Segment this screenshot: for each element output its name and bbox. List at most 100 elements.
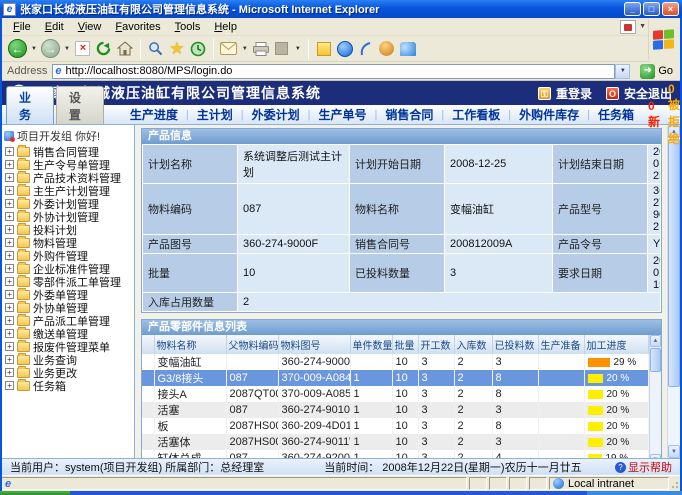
product-info-row: 入库占用数量2 (143, 293, 661, 312)
expand-icon[interactable]: + (5, 173, 14, 182)
menu-item-file[interactable]: File (6, 19, 38, 35)
expand-icon[interactable]: + (5, 342, 14, 351)
tab-settings[interactable]: 设置 (56, 86, 104, 124)
tab-business[interactable]: 业务 (6, 86, 54, 124)
nav-item[interactable]: 销售合同 (377, 106, 441, 123)
expand-icon[interactable]: + (5, 251, 14, 260)
nav-item[interactable]: 工作看板 (444, 106, 508, 123)
nav-item[interactable]: 任务箱 (590, 106, 642, 123)
msn-icon[interactable] (379, 41, 394, 56)
mail-icon[interactable] (220, 40, 238, 58)
home-icon[interactable] (116, 40, 134, 58)
table-row[interactable]: 接头A2087QT002370-009-A085011032820 % (142, 386, 649, 402)
parts-vertical-scrollbar[interactable]: ▲ ▼ (649, 335, 661, 458)
start-button-sliver[interactable] (0, 491, 70, 495)
column-header[interactable]: 入库数 (454, 335, 492, 354)
scroll-up-icon[interactable]: ▲ (650, 335, 661, 347)
forward-dropdown-icon[interactable]: ▼ (64, 46, 70, 52)
scrollbar-thumb[interactable] (668, 139, 680, 387)
expand-icon[interactable]: + (5, 316, 14, 325)
show-help-link[interactable]: ? 显示帮助 (615, 459, 672, 475)
table-row[interactable]: G3/8接头087370-009-A084011032820 % (142, 370, 649, 386)
forward-icon[interactable]: → (41, 39, 60, 58)
menu-item-help[interactable]: Help (207, 19, 244, 35)
scrollbar-thumb[interactable] (650, 348, 661, 372)
research-icon[interactable] (357, 40, 375, 58)
expand-icon[interactable]: + (5, 381, 14, 390)
logout-button[interactable]: O 安全退出 (606, 85, 672, 102)
menu-item-tools[interactable]: Tools (168, 19, 208, 35)
table-row[interactable]: 缸体总成087360-274-9200F11032419 % (142, 450, 649, 458)
expand-icon[interactable]: + (5, 160, 14, 169)
maximize-button[interactable]: □ (643, 2, 660, 16)
expand-icon[interactable]: + (5, 368, 14, 377)
table-cell: 3 (492, 434, 538, 450)
edit-icon[interactable] (275, 42, 288, 55)
sidebar-item[interactable]: +任务箱 (2, 379, 134, 392)
messenger-icon[interactable] (400, 42, 416, 56)
column-header[interactable]: 生产准备 (538, 335, 584, 354)
column-header[interactable]: 已投料数 (492, 335, 538, 354)
column-header[interactable]: 父物料编码 (226, 335, 278, 354)
page-scrollbar[interactable]: ▲ ▼ (667, 125, 680, 458)
addon-dropdown-icon[interactable]: ▼ (639, 23, 646, 30)
expand-icon[interactable]: + (5, 355, 14, 364)
expand-icon[interactable]: + (5, 277, 14, 286)
nav-item[interactable]: 外购件库存 (511, 106, 587, 123)
expand-icon[interactable]: + (5, 186, 14, 195)
expand-icon[interactable]: + (5, 238, 14, 247)
scroll-down-icon[interactable]: ▼ (668, 445, 680, 458)
relogin-button[interactable]: ⚿ 重登录 (538, 85, 592, 102)
address-dropdown-icon[interactable]: ▼ (615, 64, 630, 79)
expand-icon[interactable]: + (5, 212, 14, 221)
stop-icon[interactable]: × (75, 41, 90, 56)
close-button[interactable]: × (662, 2, 679, 16)
expand-icon[interactable]: + (5, 303, 14, 312)
mail-dropdown-icon[interactable]: ▼ (242, 46, 248, 52)
column-header[interactable]: 物料图号 (278, 335, 350, 354)
search-icon[interactable] (147, 40, 165, 58)
table-row[interactable]: 变幅油缸360-274-9000F1032329 % (142, 354, 649, 370)
address-input[interactable]: e http://localhost:8080/MPS/login.do (52, 64, 615, 79)
table-row[interactable]: 板2087HS002360-209-4D01011032820 % (142, 418, 649, 434)
folder-icon (17, 238, 30, 248)
addon-icon[interactable] (620, 20, 636, 34)
table-row[interactable]: 活塞体2087HS002360-274-9011W11032320 % (142, 434, 649, 450)
nav-item[interactable]: 生产单号 (310, 106, 374, 123)
column-header[interactable]: 物料名称 (154, 335, 226, 354)
column-header[interactable]: 开工数 (418, 335, 454, 354)
print-icon[interactable] (252, 40, 270, 58)
back-dropdown-icon[interactable]: ▼ (31, 46, 37, 52)
status-pane (489, 477, 507, 490)
history-icon[interactable] (189, 40, 207, 58)
column-header[interactable]: 批量 (392, 335, 418, 354)
expand-icon[interactable]: + (5, 199, 14, 208)
menu-item-favorites[interactable]: Favorites (108, 19, 167, 35)
menu-item-edit[interactable]: Edit (38, 19, 71, 35)
table-row[interactable]: 活塞087360-274-9010F11032320 % (142, 402, 649, 418)
refresh-icon[interactable] (95, 40, 113, 58)
favorites-icon[interactable]: ★ (169, 39, 184, 59)
sidebar-item[interactable]: +业务更改 (2, 366, 134, 379)
minimize-button[interactable]: _ (624, 2, 641, 16)
nav-item[interactable]: 主计划 (189, 106, 241, 123)
notes-icon[interactable] (317, 42, 331, 56)
edit-dropdown-icon[interactable]: ▼ (295, 46, 301, 52)
nav-item[interactable]: 外委计划 (244, 106, 308, 123)
table-cell: 087 (226, 450, 278, 458)
column-header[interactable]: 单件数量 (350, 335, 392, 354)
expand-icon[interactable]: + (5, 329, 14, 338)
expand-icon[interactable]: + (5, 264, 14, 273)
time-value: 2008年12月22日(星期一)农历十一月廿五 (382, 462, 581, 474)
menu-item-view[interactable]: View (71, 19, 109, 35)
web-icon[interactable] (337, 41, 353, 57)
column-header[interactable]: 加工进度 (584, 335, 649, 354)
expand-icon[interactable]: + (5, 225, 14, 234)
table-cell: 活塞体 (154, 434, 226, 450)
back-icon[interactable]: ← (8, 39, 27, 58)
progress-cell: 20 % (584, 434, 649, 450)
go-button[interactable]: ➜ Go (636, 64, 677, 79)
expand-icon[interactable]: + (5, 147, 14, 156)
nav-item[interactable]: 生产进度 (122, 106, 186, 123)
expand-icon[interactable]: + (5, 290, 14, 299)
